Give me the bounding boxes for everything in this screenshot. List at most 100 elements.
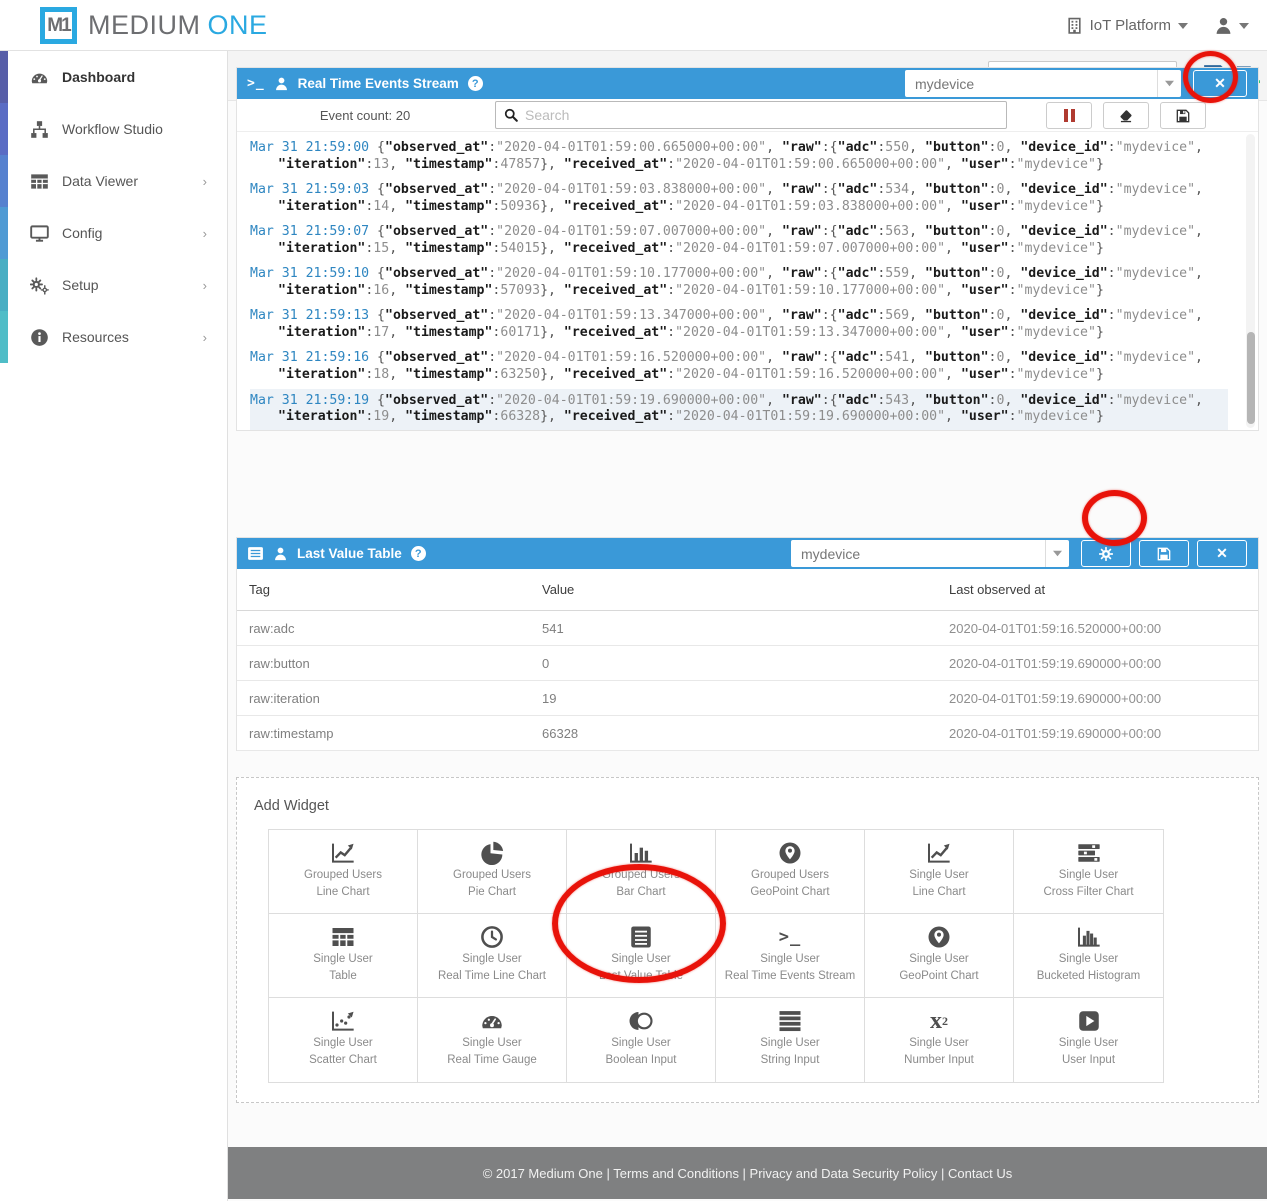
user-icon — [274, 76, 289, 91]
events-toolbar: Event count: 20 — [237, 99, 1258, 132]
widget-tile-single-user-table[interactable]: Single UserTable — [269, 914, 418, 998]
widget-tile-single-user-boolean-input[interactable]: Single UserBoolean Input — [567, 998, 716, 1082]
add-widget-title: Add Widget — [254, 798, 329, 814]
widget-tile-single-user-string-input[interactable]: Single UserString Input — [716, 998, 865, 1082]
search-box — [495, 101, 1007, 129]
chevron-right-icon: › — [203, 330, 207, 345]
line-chart-icon — [927, 839, 951, 867]
close-widget-button[interactable]: ✕ — [1193, 70, 1247, 97]
widget-tile-single-user-last-value-table[interactable]: Single UserLast Value Table — [567, 914, 716, 998]
sidebar-item-label: Resources — [62, 329, 129, 345]
widget-tile-single-user-scatter-chart[interactable]: Single UserScatter Chart — [269, 998, 418, 1082]
sidebar-item-label: Workflow Studio — [62, 121, 163, 137]
sidebar-item-config[interactable]: Config › — [0, 207, 227, 259]
close-icon: ✕ — [1216, 545, 1228, 562]
widget-tile-single-user-line-chart[interactable]: Single UserLine Chart — [865, 830, 1014, 914]
log-entry: Mar 31 21:59:00 {"observed_at":"2020-04-… — [250, 136, 1228, 178]
scatter-icon — [331, 1007, 355, 1035]
clock-icon — [480, 923, 504, 951]
widget-tile-single-user-cross-filter-chart[interactable]: Single UserCross Filter Chart — [1014, 830, 1163, 914]
sidebar-accent-strip — [0, 51, 8, 103]
sidebar-accent-strip — [0, 259, 8, 311]
last-value-title: Last Value Table ? — [247, 545, 426, 562]
save-stream-button[interactable] — [1160, 102, 1206, 129]
save-icon — [1176, 109, 1190, 123]
user-menu[interactable] — [1214, 16, 1249, 35]
gauge-icon — [30, 68, 49, 87]
device-select[interactable]: mydevice — [905, 70, 1181, 97]
widget-tile-single-user-number-input[interactable]: x2Single UserNumber Input — [865, 998, 1014, 1082]
user-icon — [1214, 16, 1233, 35]
help-icon[interactable]: ? — [411, 546, 426, 561]
pause-stream-button[interactable] — [1046, 102, 1092, 129]
log-entry: Mar 31 21:59:10 {"observed_at":"2020-04-… — [250, 262, 1228, 304]
last-value-table-header: Tag Value Last observed at — [237, 569, 1258, 611]
scrollbar-track[interactable] — [1246, 134, 1255, 428]
widget-tile-grouped-users-pie-chart[interactable]: Grouped UsersPie Chart — [418, 830, 567, 914]
widget-tile-single-user-real-time-gauge[interactable]: Single UserReal Time Gauge — [418, 998, 567, 1082]
widget-tile-single-user-real-time-events-stream[interactable]: >_Single UserReal Time Events Stream — [716, 914, 865, 998]
sidebar-item-setup[interactable]: Setup › — [0, 259, 227, 311]
list-dark-icon — [629, 923, 653, 951]
widget-tile-single-user-geopoint-chart[interactable]: Single UserGeoPoint Chart — [865, 914, 1014, 998]
platform-menu[interactable]: IoT Platform — [1066, 17, 1188, 34]
sidebar-item-data-viewer[interactable]: Data Viewer› — [0, 155, 227, 207]
last-value-table-body: raw:adc5412020-04-01T01:59:16.520000+00:… — [237, 611, 1258, 751]
user-icon — [273, 546, 288, 561]
gears-icon — [30, 276, 49, 295]
widget-tile-single-user-bucketed-histogram[interactable]: Single UserBucketed Histogram — [1014, 914, 1163, 998]
gear-icon — [1099, 547, 1113, 561]
eraser-icon — [1119, 109, 1133, 123]
sidebar-item-dashboard[interactable]: Dashboard — [0, 51, 227, 103]
table-icon — [331, 923, 355, 951]
footer: © 2017 Medium One | Terms and Conditions… — [228, 1147, 1267, 1199]
log-entry: Mar 31 21:59:07 {"observed_at":"2020-04-… — [250, 220, 1228, 262]
widget-tile-grouped-users-line-chart[interactable]: Grouped UsersLine Chart — [269, 830, 418, 914]
x-squared-icon: x2 — [930, 1007, 948, 1035]
last-value-widget: Last Value Table ? mydevice ✕ Tag Value … — [236, 537, 1259, 751]
event-count: Event count: 20 — [237, 99, 493, 132]
widget-tile-single-user-user-input[interactable]: Single UserUser Input — [1014, 998, 1163, 1082]
info-icon — [30, 328, 49, 347]
sidebar-item-workflow-studio[interactable]: Workflow Studio — [0, 103, 227, 155]
device-select[interactable]: mydevice — [791, 540, 1069, 567]
sidebar-accent-strip — [0, 103, 8, 155]
search-input[interactable] — [525, 107, 998, 123]
brand-logo[interactable]: M1 MEDIUM ONE — [40, 7, 268, 44]
sidebar-accent-strip — [0, 311, 8, 363]
events-stream-widget: >_ Real Time Events Stream ? mydevice ✕ … — [236, 67, 1259, 431]
histogram-icon — [1077, 923, 1101, 951]
widget-tile-grouped-users-geopoint-chart[interactable]: Grouped UsersGeoPoint Chart — [716, 830, 865, 914]
widget-settings-button[interactable] — [1081, 540, 1131, 567]
chevron-right-icon: › — [203, 278, 207, 293]
last-value-header: Last Value Table ? mydevice ✕ — [237, 538, 1258, 569]
chevron-down-icon — [1239, 21, 1249, 31]
gauge-icon — [480, 1007, 504, 1035]
clear-stream-button[interactable] — [1103, 102, 1149, 129]
chevron-right-icon: › — [203, 174, 207, 189]
save-widget-button[interactable] — [1139, 540, 1189, 567]
brand-one-text: ONE — [208, 10, 268, 41]
last-value-row: raw:button02020-04-01T01:59:19.690000+00… — [237, 646, 1258, 681]
log-entry: Mar 31 21:59:13 {"observed_at":"2020-04-… — [250, 304, 1228, 346]
terminal-icon: >_ — [247, 76, 265, 91]
log-entry: Mar 31 21:59:16 {"observed_at":"2020-04-… — [250, 346, 1228, 388]
last-value-row: raw:adc5412020-04-01T01:59:16.520000+00:… — [237, 611, 1258, 646]
platform-label: IoT Platform — [1090, 17, 1171, 34]
scrollbar-thumb[interactable] — [1247, 332, 1255, 424]
list-icon — [247, 545, 264, 562]
widget-tile-single-user-real-time-line-chart[interactable]: Single UserReal Time Line Chart — [418, 914, 567, 998]
chevron-right-icon: › — [203, 226, 207, 241]
log-entry: Mar 31 21:59:19 {"observed_at":"2020-04-… — [250, 389, 1228, 431]
help-icon[interactable]: ? — [468, 76, 483, 91]
search-icon — [504, 108, 518, 122]
chevron-down-icon — [1157, 70, 1181, 97]
sidebar-item-resources[interactable]: Resources › — [0, 311, 227, 363]
sidebar-item-label: Config — [62, 225, 102, 241]
user-input-icon — [1077, 1007, 1101, 1035]
sidebar-item-label: Setup — [62, 277, 99, 293]
sidebar-accent-strip — [0, 155, 8, 207]
close-widget-button[interactable]: ✕ — [1197, 540, 1247, 567]
widget-tile-grouped-users-bar-chart[interactable]: Grouped UsersBar Chart — [567, 830, 716, 914]
events-stream-title: >_ Real Time Events Stream ? — [247, 76, 483, 91]
